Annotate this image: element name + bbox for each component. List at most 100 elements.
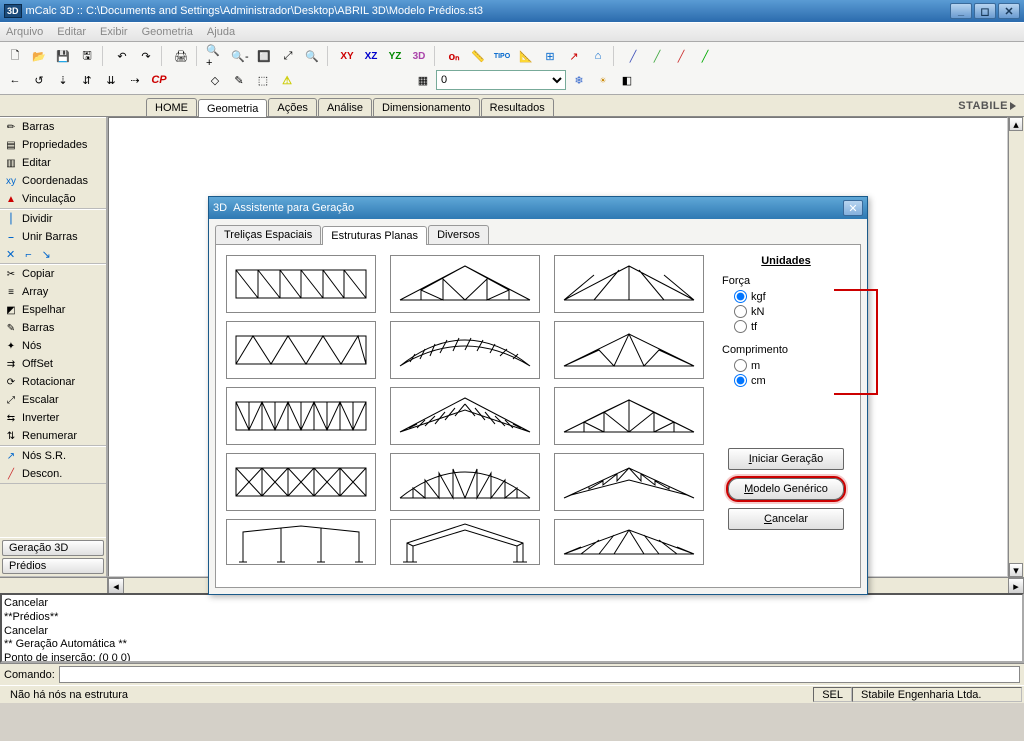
sidebar-barras[interactable]: ✏Barras [0,118,106,136]
view-xz-button[interactable]: XZ [360,45,382,67]
tab-geometria[interactable]: Geometria [198,99,267,117]
sidebar-nos[interactable]: ✦Nós [0,337,106,355]
print-icon[interactable]: 🖨 [170,45,192,67]
radio-tf[interactable]: tf [734,319,850,334]
menu-geometria[interactable]: Geometria [142,26,193,38]
shape-gable-truss-double[interactable] [554,255,704,313]
command-input[interactable] [59,666,1020,683]
warning-icon[interactable]: ⚠ [276,69,298,91]
menu-arquivo[interactable]: Arquivo [6,26,43,38]
sidebar-dividir[interactable]: ⎮Dividir [0,210,106,228]
radio-cm[interactable]: cm [734,373,850,388]
sidebar-escalar[interactable]: ⤢Escalar [0,391,106,409]
tab-dimensionamento[interactable]: Dimensionamento [373,98,480,116]
shape-parallel-chord[interactable] [554,519,704,565]
measure-icon[interactable]: 📐 [515,45,537,67]
iniciar-geracao-button[interactable]: Iniciar Geração [728,448,844,470]
zoom-realtime-icon[interactable]: 🔍 [301,45,323,67]
template-icon[interactable]: ▦ [412,69,434,91]
sidebar-rotacionar[interactable]: ⟳Rotacionar [0,373,106,391]
arrow-curve-icon[interactable]: ↺ [28,69,50,91]
shape-x-braced-truss[interactable] [226,453,376,511]
dialog-close-button[interactable]: ✕ [843,200,863,216]
shape-gable-truss-simple[interactable] [390,255,540,313]
view-3d-button[interactable]: 3D [408,45,430,67]
arrow-both-icon[interactable]: ⇵ [76,69,98,91]
sidebar-geracao-3d-button[interactable]: Geração 3D [2,540,104,556]
radio-kn[interactable]: kN [734,304,850,319]
shape-pratt-truss[interactable] [226,255,376,313]
sidebar-nos-sr[interactable]: ↗Nós S.R. [0,447,106,465]
sidebar-array[interactable]: ≡Array [0,283,106,301]
on-button[interactable]: oₙ [443,45,465,67]
view-yz-button[interactable]: YZ [384,45,406,67]
tab-home[interactable]: HOME [146,98,197,116]
arrow-right-icon[interactable]: ⇢ [124,69,146,91]
sidebar-coordenadas[interactable]: xyCoordenadas [0,172,106,190]
sidebar-predios-button[interactable]: Prédios [2,558,104,574]
save-all-icon[interactable]: 🖫 [76,45,98,67]
grid-icon[interactable]: ⊞ [539,45,561,67]
element-a-icon[interactable]: ╱ [622,45,644,67]
tab-acoes[interactable]: Ações [268,98,317,116]
arrow-set-icon[interactable]: ⇊ [100,69,122,91]
shape-scissor-lattice[interactable] [390,387,540,445]
window-maximize-button[interactable]: ◻ [974,3,996,19]
all-icon[interactable]: ☀ [592,69,614,91]
menu-ajuda[interactable]: Ajuda [207,26,235,38]
sidebar-vinculacao[interactable]: ▲Vinculação [0,190,106,208]
sidebar-barras-2[interactable]: ✎Barras [0,319,106,337]
radio-m[interactable]: m [734,358,850,373]
element-c-icon[interactable]: ╱ [670,45,692,67]
arrow-down-icon[interactable]: ⇣ [52,69,74,91]
window-close-button[interactable]: ✕ [998,3,1020,19]
zoom-window-icon[interactable]: 🔲 [253,45,275,67]
shape-bowstring-lattice[interactable] [390,321,540,379]
dialog-tab-diversos[interactable]: Diversos [428,225,489,244]
cancelar-button[interactable]: Cancelar [728,508,844,530]
state-combo[interactable]: 0 [436,70,566,90]
arrow-left-icon[interactable]: ← [4,69,26,91]
sidebar-copiar[interactable]: ✂Copiar [0,265,106,283]
snow-icon[interactable]: ❄ [568,69,590,91]
zoom-extents-icon[interactable]: ⤢ [277,45,299,67]
zoom-out-icon[interactable]: 🔍- [229,45,251,67]
shape-howe-gable[interactable] [554,387,704,445]
zoom-in-icon[interactable]: 🔍+ [205,45,227,67]
dialog-tab-trelicas[interactable]: Treliças Espaciais [215,225,321,244]
sidebar-offset[interactable]: ⇉OffSet [0,355,106,373]
element-d-icon[interactable]: ╱ [694,45,716,67]
tab-resultados[interactable]: Resultados [481,98,554,116]
cp-button[interactable]: CP [148,69,170,91]
sidebar-espelhar[interactable]: ◩Espelhar [0,301,106,319]
shape-fink-truss[interactable] [554,321,704,379]
element-b-icon[interactable]: ╱ [646,45,668,67]
shape-portal-frame[interactable] [226,519,376,565]
pencil-icon[interactable]: ✎ [228,69,250,91]
menu-exibir[interactable]: Exibir [100,26,128,38]
radio-kgf[interactable]: kgf [734,289,850,304]
sidebar-descon[interactable]: ╱Descon. [0,465,106,483]
axis-icon[interactable]: ↗ [563,45,585,67]
modelo-generico-button[interactable]: Modelo Genérico [728,478,844,500]
redo-icon[interactable]: ↷ [135,45,157,67]
open-file-icon[interactable]: 📂 [28,45,50,67]
view-xy-button[interactable]: XY [336,45,358,67]
sidebar-renumerar[interactable]: ⇅Renumerar [0,427,106,445]
shape-gable-frame[interactable] [390,519,540,565]
menu-editar[interactable]: Editar [57,26,86,38]
tab-analise[interactable]: Análise [318,98,372,116]
sidebar-quick-tools[interactable]: ✕⌐↘ [0,246,106,263]
ruler-icon[interactable]: 📏 [467,45,489,67]
save-icon[interactable]: 💾 [52,45,74,67]
sidebar-propriedades[interactable]: ▤Propriedades [0,136,106,154]
vertical-scrollbar[interactable]: ▴ ▾ [1008,117,1024,577]
shape-k-truss[interactable] [226,387,376,445]
undo-icon[interactable]: ↶ [111,45,133,67]
new-file-icon[interactable]: 🗋 [4,45,26,67]
house-icon[interactable]: ⌂ [587,45,609,67]
outline-icon[interactable]: ⬚ [252,69,274,91]
tipo-button[interactable]: TIPO [491,45,513,67]
sidebar-inverter[interactable]: ⇆Inverter [0,409,106,427]
erase-icon[interactable]: ◇ [204,69,226,91]
